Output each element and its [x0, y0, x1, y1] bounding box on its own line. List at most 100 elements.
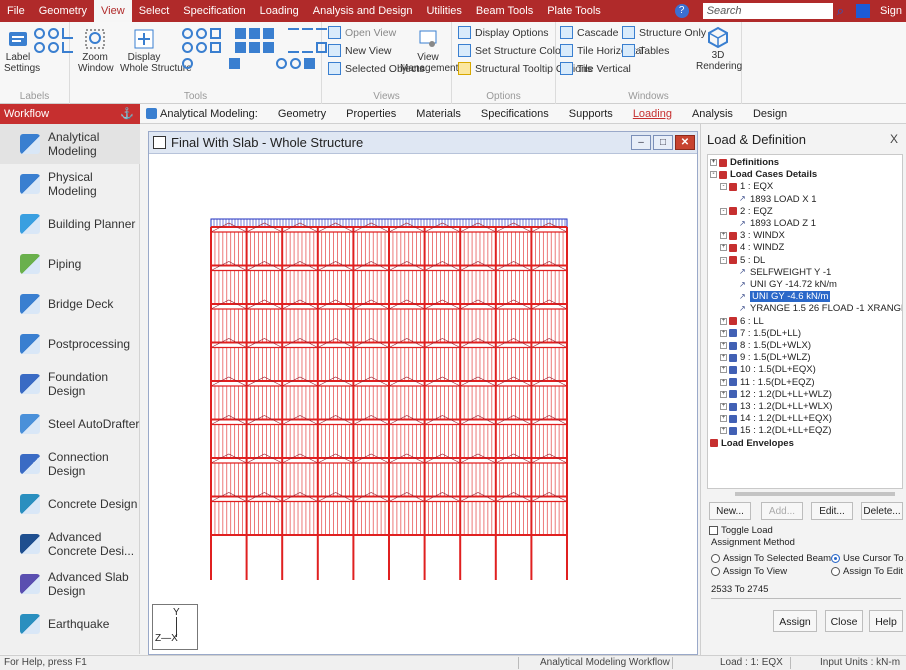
workflow-item[interactable]: Building Planner [0, 204, 140, 244]
radio-dot[interactable] [831, 567, 840, 576]
expand-icon[interactable]: + [720, 317, 727, 325]
expand-icon[interactable]: + [710, 159, 717, 166]
tables-button[interactable]: Tables [622, 44, 669, 57]
structure-drawing[interactable] [149, 155, 697, 655]
menu-file[interactable]: File [0, 0, 32, 22]
tree-node[interactable]: +3 : WINDX [720, 230, 785, 241]
workflow-item[interactable]: Analytical Modeling [0, 124, 140, 164]
menu-plate-tools[interactable]: Plate Tools [540, 0, 608, 22]
view-left-icon[interactable] [249, 42, 260, 53]
pan-icon[interactable] [210, 42, 221, 53]
tree-node[interactable]: ↗ 1893 LOAD Z 1 [730, 218, 816, 229]
menu-select[interactable]: Select [132, 0, 177, 22]
assign-button[interactable]: Assign [773, 610, 817, 632]
workflow-item[interactable]: Foundation Design [0, 364, 140, 404]
assign-to-view-radio[interactable]: Assign To View [711, 566, 787, 577]
tree-node[interactable]: +6 : LL [720, 316, 764, 327]
menu-view[interactable]: View [94, 0, 132, 22]
zoom-prev-icon[interactable] [196, 42, 207, 53]
tab-loading[interactable]: Loading [623, 108, 682, 120]
tree-node[interactable]: Load Envelopes [710, 438, 794, 449]
collapse-icon[interactable]: - [720, 207, 727, 215]
collapse-icon[interactable]: - [710, 171, 717, 179]
3d-rendering-button[interactable]: 3D Rendering [696, 26, 742, 72]
edit-list-field[interactable]: 2533 To 2745 [711, 584, 901, 595]
workflow-item[interactable]: Steel AutoDrafter [0, 404, 140, 444]
expand-icon[interactable]: + [720, 232, 727, 240]
tree-horizontal-scrollbar[interactable] [707, 490, 903, 498]
zoom-in-icon[interactable] [182, 28, 193, 39]
member-label-icon[interactable] [48, 28, 59, 39]
view-top-icon[interactable] [263, 28, 274, 39]
cascade-button[interactable]: Cascade [560, 26, 618, 39]
tab-geometry[interactable]: Geometry [268, 108, 336, 120]
tile-vertical-button[interactable]: Tile Vertical [560, 62, 631, 75]
tab-specifications[interactable]: Specifications [471, 108, 559, 120]
edit-button[interactable]: Edit... [811, 502, 853, 520]
workflow-item[interactable]: Advanced Concrete Desi... [0, 524, 140, 564]
rotate-up-icon[interactable] [302, 42, 313, 53]
expand-icon[interactable]: + [720, 415, 727, 423]
menu-utilities[interactable]: Utilities [419, 0, 468, 22]
zoom-region-icon[interactable] [210, 28, 221, 39]
radio-dot-selected[interactable] [831, 554, 840, 563]
view-bottom-icon[interactable] [235, 42, 246, 53]
tab-supports[interactable]: Supports [559, 108, 623, 120]
tab-materials[interactable]: Materials [406, 108, 471, 120]
tree-node[interactable]: ↗ 1893 LOAD X 1 [730, 194, 817, 205]
workflow-item[interactable]: Earthquake [0, 604, 140, 644]
tree-node[interactable]: ↗ UNI GY -14.72 kN/m [730, 279, 837, 290]
display-options-button[interactable]: Display Options [458, 26, 549, 39]
sign-in-link[interactable]: Sign [880, 5, 902, 17]
tree-node[interactable]: - 5 : DL [720, 255, 765, 266]
menu-loading[interactable]: Loading [253, 0, 306, 22]
label-settings-button[interactable]: Label Settings [4, 28, 40, 74]
assign-to-edit-list-radio[interactable]: Assign To Edit List [831, 566, 906, 577]
workflow-item[interactable]: Piping [0, 244, 140, 284]
rotate-cw-icon[interactable] [276, 58, 287, 69]
close-button[interactable]: Close [825, 610, 863, 632]
menu-geometry[interactable]: Geometry [32, 0, 94, 22]
radio-dot[interactable] [711, 567, 720, 576]
new-view-button[interactable]: New View [328, 44, 392, 57]
magnify-icon[interactable] [182, 58, 193, 69]
search-input[interactable]: Search [702, 3, 833, 19]
use-cursor-to-assign-radio[interactable]: Use Cursor To Assign [831, 553, 906, 564]
maximize-button[interactable]: □ [653, 135, 673, 150]
node-label-icon[interactable] [34, 28, 45, 39]
structure-viewport-window[interactable]: Final With Slab - Whole Structure ‒ □ ✕ … [148, 131, 698, 655]
expand-icon[interactable]: + [720, 378, 727, 386]
workflow-item[interactable]: Postprocessing [0, 324, 140, 364]
close-panel-button[interactable]: X [890, 132, 898, 146]
tree-node[interactable]: +11 : 1.5(DL+EQZ) [720, 377, 815, 388]
set-structure-colors-button[interactable]: Set Structure Colors [458, 44, 570, 57]
search-icon[interactable]: ⌕ [837, 3, 844, 19]
tree-node[interactable]: +12 : 1.2(DL+LL+WLZ) [720, 389, 832, 400]
pin-icon[interactable]: ⚓ [120, 104, 134, 124]
tab-analysis[interactable]: Analysis [682, 108, 743, 120]
support-label-icon[interactable] [48, 42, 59, 53]
view-right-icon[interactable] [263, 42, 274, 53]
tree-node[interactable]: +15 : 1.2(DL+LL+EQZ) [720, 425, 831, 436]
tree-node[interactable]: +14 : 1.2(DL+LL+EQX) [720, 413, 832, 424]
solid-label-icon[interactable] [34, 42, 45, 53]
tab-properties[interactable]: Properties [336, 108, 406, 120]
tree-node[interactable]: +13 : 1.2(DL+LL+WLX) [720, 401, 832, 412]
expand-icon[interactable]: + [720, 366, 727, 374]
radio-dot[interactable] [711, 554, 720, 563]
menu-specification[interactable]: Specification [176, 0, 252, 22]
display-whole-structure-button[interactable]: Display Whole Structure [120, 28, 192, 74]
expand-icon[interactable]: + [720, 354, 727, 362]
menu-beam-tools[interactable]: Beam Tools [469, 0, 540, 22]
collapse-icon[interactable]: - [720, 256, 727, 264]
expand-icon[interactable]: + [720, 342, 727, 349]
tree-node[interactable]: +9 : 1.5(DL+WLZ) [720, 352, 810, 363]
open-view-button[interactable]: Open View [328, 26, 396, 39]
zoom-out-icon[interactable] [196, 28, 207, 39]
user-icon[interactable] [855, 4, 870, 18]
tab-design[interactable]: Design [743, 108, 797, 120]
zoom-window-button[interactable]: Zoom Window [78, 28, 114, 74]
expand-icon[interactable]: + [720, 329, 727, 337]
help-icon[interactable]: ? [674, 4, 689, 18]
tree-node[interactable]: +4 : WINDZ [720, 242, 784, 253]
